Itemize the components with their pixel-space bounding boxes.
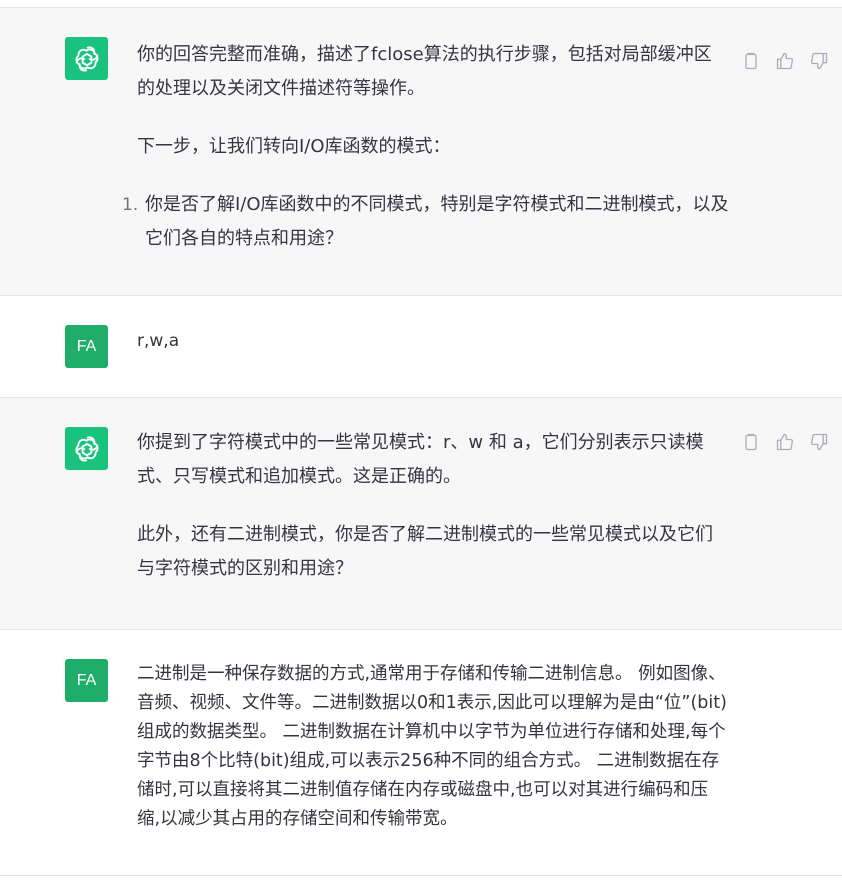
user-message: FA r,w,a bbox=[0, 296, 842, 398]
thumbs-up-button[interactable] bbox=[774, 50, 796, 72]
chat-thread: 你的回答完整而准确，描述了fclose算法的执行步骤，包括对局部缓冲区的处理以及… bbox=[0, 7, 842, 876]
message-text: 二进制是一种保存数据的方式,通常用于存储和传输二进制信息。 例如图像、音频、视频… bbox=[137, 664, 727, 829]
thumbs-down-button[interactable] bbox=[808, 431, 830, 453]
message-actions bbox=[740, 431, 830, 453]
copy-button[interactable] bbox=[740, 431, 762, 453]
copy-button[interactable] bbox=[740, 50, 762, 72]
list-item: 1. 你是否了解I/O库函数中的不同模式，特别是字符模式和二进制模式，以及它们各… bbox=[122, 188, 729, 256]
user-message-content: 二进制是一种保存数据的方式,通常用于存储和传输二进制信息。 例如图像、音频、视频… bbox=[137, 660, 729, 834]
thumbs-up-button[interactable] bbox=[774, 431, 796, 453]
thumbs-down-button[interactable] bbox=[808, 50, 830, 72]
message-paragraph: 你的回答完整而准确，描述了fclose算法的执行步骤，包括对局部缓冲区的处理以及… bbox=[137, 44, 712, 99]
user-avatar: FA bbox=[65, 325, 108, 368]
copy-icon bbox=[745, 433, 757, 451]
thumbs-up-icon bbox=[776, 433, 794, 451]
assistant-message-content: 你的回答完整而准确，描述了fclose算法的执行步骤，包括对局部缓冲区的处理以及… bbox=[122, 38, 729, 256]
message-paragraph: 此外，还有二进制模式，你是否了解二进制模式的一些常见模式以及它们与字符模式的区别… bbox=[137, 524, 713, 579]
message-paragraph: 你提到了字符模式中的一些常见模式：r、w 和 a，它们分别表示只读模式、只写模式… bbox=[137, 432, 704, 487]
message-text: r,w,a bbox=[137, 331, 180, 351]
openai-logo-icon bbox=[75, 45, 98, 72]
user-message: FA 二进制是一种保存数据的方式,通常用于存储和传输二进制信息。 例如图像、音频… bbox=[0, 630, 842, 876]
assistant-message: 你提到了字符模式中的一些常见模式：r、w 和 a，它们分别表示只读模式、只写模式… bbox=[0, 398, 842, 630]
thumbs-down-icon bbox=[810, 52, 828, 70]
thumbs-down-icon bbox=[810, 433, 828, 451]
user-avatar: FA bbox=[65, 659, 108, 702]
assistant-message-content: 你提到了字符模式中的一些常见模式：r、w 和 a，它们分别表示只读模式、只写模式… bbox=[137, 426, 729, 586]
numbered-list: 1. 你是否了解I/O库函数中的不同模式，特别是字符模式和二进制模式，以及它们各… bbox=[122, 188, 729, 256]
thumbs-up-icon bbox=[776, 52, 794, 70]
user-message-content: r,w,a bbox=[137, 324, 729, 358]
list-item-number: 1. bbox=[122, 195, 139, 215]
list-item-text: 你是否了解I/O库函数中的不同模式，特别是字符模式和二进制模式，以及它们各自的特… bbox=[145, 194, 729, 249]
copy-icon bbox=[745, 52, 757, 70]
assistant-avatar bbox=[65, 37, 108, 80]
message-paragraph: 下一步，让我们转向I/O库函数的模式： bbox=[137, 136, 451, 157]
openai-logo-icon bbox=[75, 435, 98, 462]
message-actions bbox=[740, 50, 830, 72]
assistant-avatar bbox=[65, 427, 108, 470]
assistant-message: 你的回答完整而准确，描述了fclose算法的执行步骤，包括对局部缓冲区的处理以及… bbox=[0, 7, 842, 296]
